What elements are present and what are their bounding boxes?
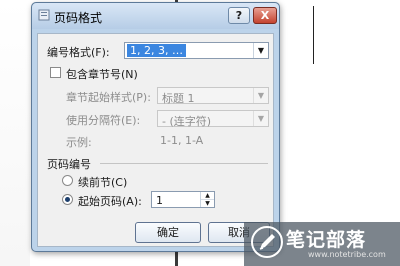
number-format-value: 1, 2, 3, … xyxy=(127,44,186,57)
start-at-spinner[interactable]: 1 ▲ ▼ xyxy=(151,191,215,208)
start-at-label[interactable]: 起始页码(A): xyxy=(78,193,142,209)
separator-label: 使用分隔符(E): xyxy=(66,114,141,127)
include-chapter-checkbox[interactable] xyxy=(50,67,61,78)
example-value: 1-1, 1-A xyxy=(160,134,204,147)
continue-radio[interactable] xyxy=(62,175,73,186)
pen-logo-icon xyxy=(251,226,283,258)
number-format-select[interactable]: 1, 2, 3, … ▼ xyxy=(124,42,269,59)
dialog-title: 页码格式 xyxy=(54,11,103,25)
app-icon xyxy=(38,9,50,21)
watermark-title: 笔记部落 xyxy=(286,229,367,251)
chevron-down-icon[interactable]: ▼ xyxy=(253,111,268,126)
separator-value: - (连字符) xyxy=(162,115,212,128)
page-numbering-heading: 页码编号 xyxy=(47,158,91,171)
help-button[interactable]: ? xyxy=(228,7,250,24)
group-separator xyxy=(100,163,268,164)
continue-label[interactable]: 续前节(C) xyxy=(78,174,127,190)
document-margin xyxy=(0,0,30,266)
start-at-radio[interactable] xyxy=(62,194,73,205)
include-chapter-label[interactable]: 包含章节号(N) xyxy=(66,66,138,82)
chapter-style-select[interactable]: 标题 1 ▼ xyxy=(157,87,269,105)
dialog-body: 编号格式(F): 1, 2, 3, … ▼ 包含章节号(N) 章节起始样式(P)… xyxy=(37,33,274,247)
chapter-style-value: 标题 1 xyxy=(162,92,195,105)
dialog-titlebar: 页码格式 ? X xyxy=(32,3,279,29)
chevron-down-icon[interactable]: ▼ xyxy=(253,43,268,58)
text-cursor xyxy=(313,6,314,64)
page-number-format-dialog: 页码格式 ? X 编号格式(F): 1, 2, 3, … ▼ 包含章节号(N) … xyxy=(31,2,280,252)
chevron-up-icon[interactable]: ▲ xyxy=(201,192,214,200)
start-at-value[interactable]: 1 xyxy=(156,194,163,207)
chapter-style-label: 章节起始样式(P): xyxy=(66,91,151,104)
spinner-buttons: ▲ ▼ xyxy=(200,192,214,207)
close-button[interactable]: X xyxy=(253,7,277,24)
watermark-url: www.notetribe.com xyxy=(308,250,386,259)
watermark: 笔记部落 www.notetribe.com xyxy=(244,222,400,266)
chevron-down-icon[interactable]: ▼ xyxy=(201,200,214,207)
chevron-down-icon[interactable]: ▼ xyxy=(253,88,268,103)
ok-button[interactable]: 确定 xyxy=(135,222,201,243)
number-format-label: 编号格式(F): xyxy=(47,46,110,59)
example-label: 示例: xyxy=(66,136,92,149)
separator-select[interactable]: - (连字符) ▼ xyxy=(157,110,269,128)
